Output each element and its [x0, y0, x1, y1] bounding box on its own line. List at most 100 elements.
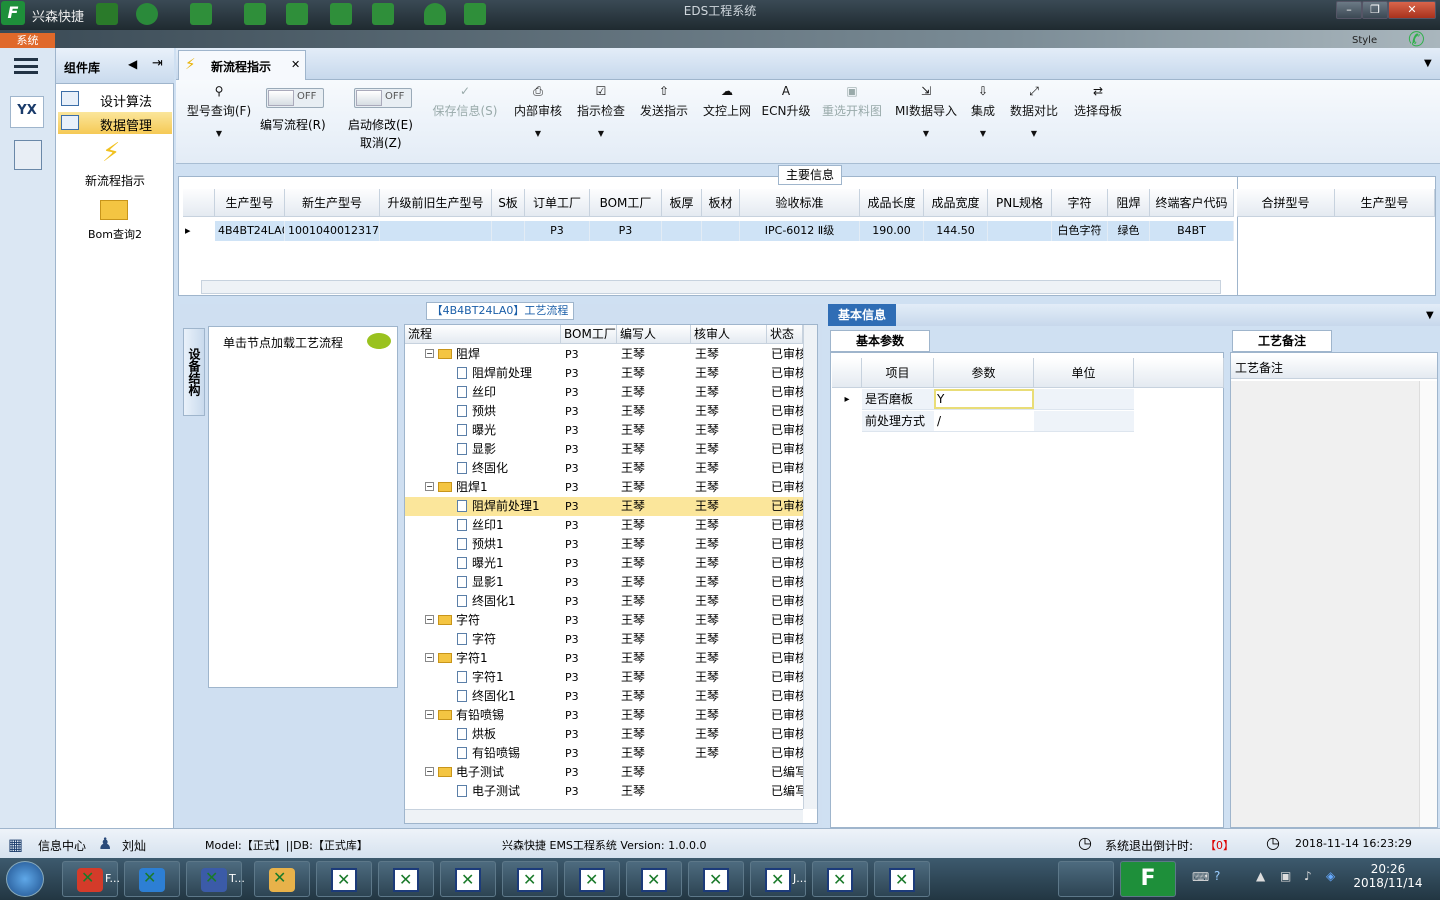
tree-row[interactable]: − 电子测试 P3 王琴 已编写 [405, 763, 805, 782]
expand-toggle-icon[interactable]: − [425, 615, 434, 624]
tree-row[interactable]: 预烘 P3 王琴 王琴 已审核 [405, 402, 805, 421]
mi-import-button[interactable]: ⇲ MI数据导入 ▼ [894, 84, 958, 138]
taskbar-item[interactable] [254, 861, 310, 897]
expand-toggle-icon[interactable]: − [425, 482, 434, 491]
tree-node[interactable]: 曝光 [457, 421, 561, 440]
doc-upload-button[interactable]: ☁ 文控上网 [700, 84, 754, 119]
area-chart-icon[interactable] [464, 3, 486, 25]
yx-module-icon[interactable]: YX [10, 96, 44, 128]
tree-node[interactable]: 显影 [457, 440, 561, 459]
tree-node[interactable]: − 字符 [425, 611, 561, 630]
tree-node[interactable]: 字符 [457, 630, 561, 649]
tree-row[interactable]: 丝印1 P3 王琴 王琴 已审核 [405, 516, 805, 535]
tab-list-dropdown-icon[interactable]: ▼ [1424, 58, 1432, 69]
tab-new-flow[interactable]: ⚡ 新流程指示 ✕ [178, 50, 306, 80]
tree-row[interactable]: − 阻焊 P3 王琴 王琴 已审核 [405, 345, 805, 364]
cancel-button[interactable]: 取消(Z) [360, 134, 402, 151]
horizontal-scrollbar[interactable] [405, 809, 803, 823]
taskbar-item[interactable]: J... [750, 861, 807, 897]
taskbar-item[interactable] [812, 861, 868, 897]
main-cell[interactable]: 144.50 [924, 221, 988, 241]
tab-close-icon[interactable]: ✕ [291, 58, 300, 71]
taskbar-item[interactable] [316, 861, 372, 897]
internal-review-button[interactable]: ⎙ 内部审核 ▼ [510, 84, 566, 138]
tree-row[interactable]: − 字符1 P3 王琴 王琴 已审核 [405, 649, 805, 668]
tree-row[interactable]: 显影 P3 王琴 王琴 已审核 [405, 440, 805, 459]
param-value-input[interactable]: Y [934, 389, 1034, 410]
user-icon[interactable] [424, 3, 446, 25]
tree-node[interactable]: 烘板 [457, 725, 561, 744]
taskbar-item[interactable]: F... [62, 861, 120, 897]
tree-row[interactable]: − 字符 P3 王琴 王琴 已审核 [405, 611, 805, 630]
tree-node[interactable]: 阻焊前处理 [457, 364, 561, 383]
basic-info-tab[interactable]: 基本信息 [828, 304, 896, 326]
tree-node[interactable]: 显影1 [457, 573, 561, 592]
expand-toggle-icon[interactable]: − [425, 767, 434, 776]
main-cell[interactable]: 白色字符 [1052, 221, 1108, 241]
send-instruction-button[interactable]: ⇧ 发送指示 [636, 84, 692, 119]
search-icon[interactable] [96, 3, 118, 25]
select-mother-board-button[interactable]: ⇄ 选择母板 [1070, 84, 1126, 119]
main-cell[interactable]: B4BT [1150, 221, 1234, 241]
maximize-button[interactable]: ❐ [1362, 1, 1388, 19]
close-button[interactable]: ✕ [1388, 1, 1436, 19]
tree-node[interactable]: 终固化1 [457, 592, 561, 611]
main-cell[interactable] [988, 221, 1052, 241]
tree-row[interactable]: 终固化1 P3 王琴 王琴 已审核 [405, 687, 805, 706]
style-menu[interactable]: Style [1352, 35, 1377, 46]
tree-row[interactable]: 终固化1 P3 王琴 王琴 已审核 [405, 592, 805, 611]
horizontal-scrollbar[interactable] [201, 280, 1221, 294]
volume-icon[interactable]: ♪ [1304, 869, 1312, 883]
main-cell[interactable]: 10010400123171 [285, 221, 380, 241]
list-icon[interactable] [372, 3, 394, 25]
tree-row[interactable]: − 有铅喷锡 P3 王琴 王琴 已审核 [405, 706, 805, 725]
taskbar-item[interactable] [688, 861, 744, 897]
tree-node[interactable]: − 阻焊 [425, 345, 561, 364]
comp-item-design-algorithm[interactable]: 设计算法 [58, 88, 172, 110]
expand-toggle-icon[interactable]: − [425, 653, 434, 662]
tree-node[interactable]: 预烘1 [457, 535, 561, 554]
tree-row[interactable]: 丝印 P3 王琴 王琴 已审核 [405, 383, 805, 402]
bluetooth-icon[interactable]: ◈ [1326, 869, 1335, 883]
edit-flow-toggle[interactable]: OFF [266, 88, 324, 108]
tree-node[interactable]: 丝印 [457, 383, 561, 402]
main-cell[interactable] [492, 221, 525, 241]
shortcut-new-flow[interactable]: ⚡ 新流程指示 [56, 138, 174, 188]
tree-node[interactable]: 有铅喷锡 [457, 744, 561, 763]
collapse-arrow-icon[interactable]: ◀ [128, 57, 137, 71]
refresh-icon[interactable] [136, 3, 158, 25]
eds-taskbar-icon[interactable]: F [1120, 861, 1176, 897]
remark-tab[interactable]: 工艺备注 [1232, 330, 1332, 352]
taskbar-clock[interactable]: 20:26 2018/11/14 [1352, 862, 1424, 890]
chart-icon[interactable] [330, 3, 352, 25]
comp-item-data-management[interactable]: 数据管理 [58, 112, 172, 134]
main-cell[interactable] [662, 221, 702, 241]
tree-row[interactable]: 预烘1 P3 王琴 王琴 已审核 [405, 535, 805, 554]
help-icon[interactable]: ? [1214, 869, 1220, 883]
device-structure-tab[interactable]: 设备结构 [183, 328, 205, 416]
tree-node[interactable]: 曝光1 [457, 554, 561, 573]
tree-node[interactable]: 阻焊前处理1 [457, 497, 561, 516]
keyboard-icon[interactable]: ⌨ [1192, 870, 1209, 884]
main-cell[interactable]: P3 [590, 221, 662, 241]
vertical-scrollbar[interactable] [1419, 381, 1437, 827]
minimize-button[interactable]: – [1336, 1, 1362, 19]
main-cell[interactable]: 190.00 [860, 221, 924, 241]
tree-row[interactable]: 曝光 P3 王琴 王琴 已审核 [405, 421, 805, 440]
dropdown-arrow-icon[interactable]: ▼ [1426, 310, 1434, 321]
taskbar-item[interactable]: T... [186, 861, 245, 897]
taskbar-item[interactable] [440, 861, 496, 897]
tree-row[interactable]: 阻焊前处理1 P3 王琴 王琴 已审核 [405, 497, 805, 516]
remark-textarea[interactable] [1231, 381, 1419, 827]
tree-node[interactable]: 终固化 [457, 459, 561, 478]
taskbar-item[interactable] [564, 861, 620, 897]
taskbar-item[interactable] [502, 861, 558, 897]
tree-row[interactable]: 曝光1 P3 王琴 王琴 已审核 [405, 554, 805, 573]
expand-toggle-icon[interactable]: − [425, 710, 434, 719]
integrate-button[interactable]: ⇩ 集成 ▼ [968, 84, 998, 138]
tree-node[interactable]: − 有铅喷锡 [425, 706, 561, 725]
start-button[interactable] [6, 861, 44, 897]
network-icon[interactable]: ▣ [1280, 869, 1291, 883]
ecn-upgrade-button[interactable]: A ECN升级 [760, 84, 812, 119]
viewer-taskbar-icon[interactable] [1058, 861, 1114, 897]
